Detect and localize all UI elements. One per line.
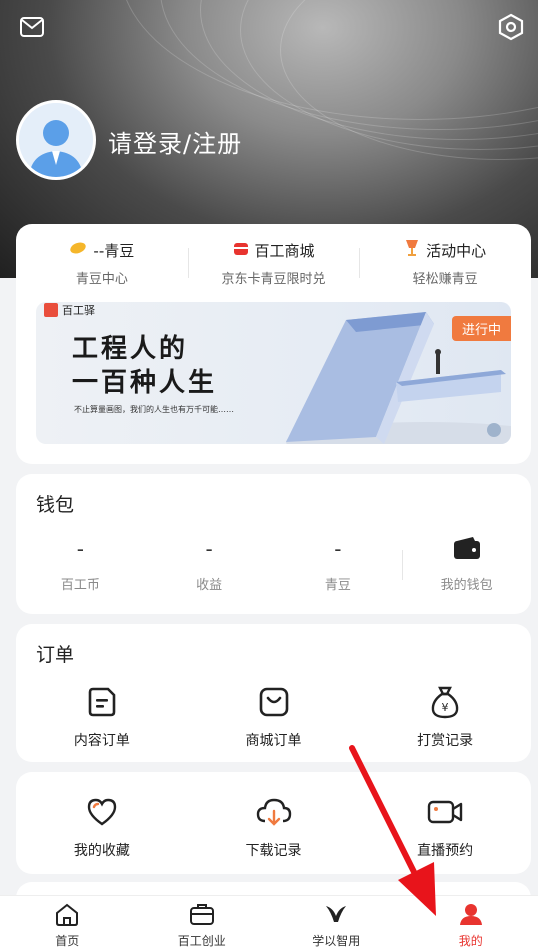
video-icon [359,794,531,830]
nav-label: 首页 [55,934,80,948]
login-register-link[interactable]: 请登录/注册 [108,124,242,159]
status-badge: 进行中 [451,316,511,341]
nav-learn[interactable]: 学以智用 [269,896,404,948]
avatar[interactable] [16,100,96,180]
nav-label: 我的 [458,934,483,948]
banner-logo: 百工驿 [44,302,95,318]
live-reservation-button[interactable]: 直播预约 [359,794,531,860]
services-card: 我的收藏 下载记录 直播预约 [16,772,531,874]
service-label: 直播预约 [417,843,474,859]
wallet-earnings[interactable]: - 收益 [145,536,274,593]
nav-business[interactable]: 百工创业 [135,896,270,948]
shop-orders-button[interactable]: 商城订单 [188,684,360,750]
wallet-coins[interactable]: - 百工币 [16,536,145,593]
order-label: 打赏记录 [417,733,474,749]
heart-icon [16,794,188,830]
orders-card: 订单 内容订单 商城订单 ¥ 打赏记录 [16,624,531,762]
wallet-card: 钱包 - 百工币 - 收益 - 青豆 我的钱包 [16,474,531,614]
briefcase-icon [189,902,215,930]
nav-label: 百工创业 [177,934,226,948]
order-label: 内容订单 [73,733,130,749]
stat-beans[interactable]: --青豆 青豆中心 [16,238,188,290]
wallet-value: - [205,537,213,561]
trophy-icon [404,239,420,261]
stat-sub: 京东卡青豆限时兑 [221,272,326,287]
content-orders-button[interactable]: 内容订单 [16,684,188,750]
orders-title: 订单 [36,644,75,666]
stat-activity[interactable]: 活动中心 轻松赚青豆 [359,238,531,290]
profile-icon [458,902,484,930]
bean-icon [69,241,87,259]
service-label: 我的收藏 [73,843,130,859]
content-order-icon [16,684,188,720]
settings-hex-icon[interactable] [496,12,526,42]
wallet-label: 青豆 [324,578,351,593]
wallet-value: - [76,537,84,561]
wallet-label: 收益 [196,578,223,593]
stat-shop[interactable]: 百工商城 京东卡青豆限时兑 [187,238,360,290]
nav-mine[interactable]: 我的 [404,896,538,948]
home-icon [54,902,80,930]
wallet-label: 百工币 [60,578,100,593]
cloud-download-icon [188,794,360,830]
downloads-button[interactable]: 下载记录 [188,794,360,860]
points-card: --青豆 青豆中心 百工商城 京东卡青豆限时兑 活动中心 轻松赚青豆 百工驿 工… [16,224,531,464]
bottom-nav: 首页 百工创业 学以智用 我的 [0,895,538,948]
svg-text:¥: ¥ [442,701,449,714]
wallet-label: 我的钱包 [440,578,493,593]
banner-title: 工程人的 一百种人生 [72,334,218,398]
wallet-beans[interactable]: - 青豆 [274,536,403,593]
order-label: 商城订单 [245,733,302,749]
promo-banner[interactable]: 百工驿 工程人的 一百种人生 不止算量画图，我们的人生也有万千可能…… 进行中 [36,302,511,444]
wallet-value: - [334,537,342,561]
stat-sub: 青豆中心 [75,272,128,287]
beans-count: --青豆 [93,241,135,260]
my-wallet-button[interactable]: 我的钱包 [402,536,531,593]
learn-icon [323,902,349,930]
stat-title: 百工商城 [254,241,315,260]
nav-home[interactable]: 首页 [0,896,135,948]
mail-icon[interactable] [17,12,47,42]
stat-title: 活动中心 [426,241,487,260]
banner-subtitle: 不止算量画图，我们的人生也有万千可能…… [74,405,234,414]
wallet-title: 钱包 [36,494,75,516]
shop-order-icon [188,684,360,720]
money-bag-icon: ¥ [359,684,531,720]
favorites-button[interactable]: 我的收藏 [16,794,188,860]
shop-icon [233,240,249,260]
divider [402,550,403,580]
nav-label: 学以智用 [312,934,361,948]
service-label: 下载记录 [245,843,302,859]
stat-sub: 轻松赚青豆 [412,272,478,287]
tip-records-button[interactable]: ¥ 打赏记录 [359,684,531,750]
wallet-icon [402,536,531,562]
